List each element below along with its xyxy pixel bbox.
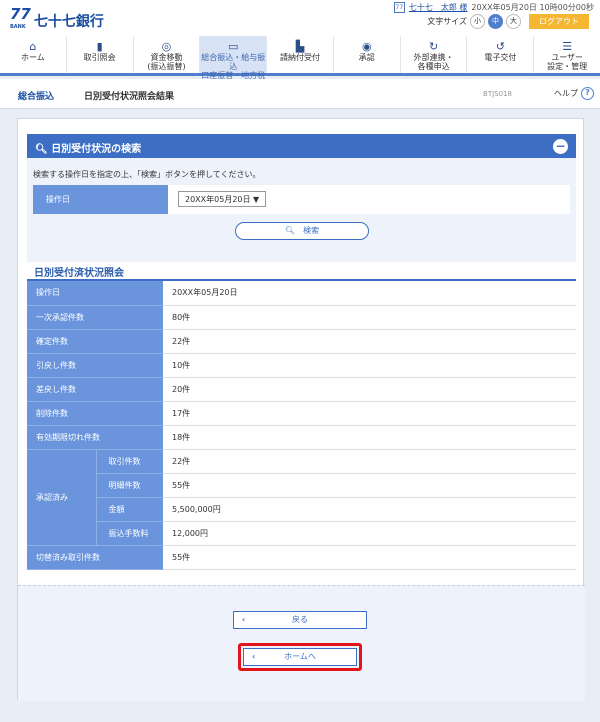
nav-inquiry[interactable]: ▮ 取引照会 bbox=[65, 36, 133, 73]
font-size-large-button[interactable]: 大 bbox=[506, 14, 521, 29]
page-header: 総合振込 日別受付状況照会結果 BTJS018 ヘルプ ? bbox=[0, 79, 600, 109]
home-button[interactable]: ‹ ホームへ bbox=[243, 648, 357, 666]
button-area: ‹ 戻る ‹ ホームへ bbox=[18, 585, 585, 701]
table-row: 操作日 20XX年05月20日 bbox=[27, 281, 576, 306]
login-datetime: 20XX年05月20日 10時00分00秒 bbox=[471, 3, 594, 12]
home-icon: ⌂ bbox=[29, 40, 37, 53]
payment-icon: ▙ bbox=[295, 40, 305, 53]
bank-logo[interactable]: 77 BANK 七十七銀行 bbox=[10, 5, 104, 34]
top-header: 77 BANK 七十七銀行 77 七十七 太郎 様 20XX年05月20日 10時… bbox=[0, 0, 600, 36]
approved-group-label: 承認済み bbox=[27, 449, 97, 546]
document-icon: ▮ bbox=[96, 40, 103, 53]
card-icon: ▭ bbox=[228, 40, 239, 53]
nav-fund-transfer[interactable]: ◎ 資金移動 (振込振替) bbox=[132, 36, 200, 73]
nav-bulk-transfer[interactable]: ▭ 総合振込・給与振込 口座振替・地方税 bbox=[199, 36, 267, 80]
search-title: 日別受付状況の検索 bbox=[51, 144, 142, 155]
font-size-controls: 文字サイズ 小 中 大 ログアウト bbox=[427, 14, 589, 29]
table-row: 一次承認件数 80件 bbox=[27, 305, 576, 330]
chevron-down-icon: ▼ bbox=[253, 195, 260, 204]
logout-button[interactable]: ログアウト bbox=[529, 14, 589, 29]
search-section: 🔍︎ 日別受付状況の検索 − 検索する操作日を指定の上、「検索」ボタンを押してく… bbox=[27, 134, 576, 262]
nav-approval[interactable]: ◉ 承認 bbox=[332, 36, 400, 73]
result-title: 日別受付済状況照会 bbox=[34, 268, 124, 279]
table-row: 引戻し件数 10件 bbox=[27, 353, 576, 378]
chevron-left-icon: ‹ bbox=[242, 615, 246, 624]
link-icon: ↻ bbox=[428, 40, 439, 53]
search-description: 検索する操作日を指定の上、「検索」ボタンを押してください。 bbox=[33, 170, 261, 179]
help-label: ヘルプ bbox=[554, 89, 578, 98]
date-label: 操作日 bbox=[33, 185, 168, 214]
screen-id: BTJS018 bbox=[483, 90, 512, 98]
table-row: 有効期限切れ件数 18件 bbox=[27, 425, 576, 450]
main-panel: 🔍︎ 日別受付状況の検索 − 検索する操作日を指定の上、「検索」ボタンを押してく… bbox=[17, 118, 585, 701]
breadcrumb-category: 総合振込 bbox=[18, 92, 55, 102]
logo-text: 七十七銀行 bbox=[33, 14, 104, 30]
collapse-icon[interactable]: − bbox=[553, 139, 568, 154]
help-icon: ? bbox=[581, 87, 594, 100]
result-table: 操作日 20XX年05月20日 一次承認件数 80件 確定件数 22件 引戻し件数 10… bbox=[27, 281, 576, 570]
page-title: 日別受付状況照会結果 bbox=[84, 92, 175, 102]
table-row: 切替済み取引件数 55件 bbox=[27, 545, 576, 570]
nav-home[interactable]: ⌂ ホーム bbox=[0, 36, 66, 73]
search-title-icon: 🔍︎ bbox=[35, 144, 48, 155]
table-row: 金額 5,500,000円 bbox=[27, 497, 576, 522]
search-date-row: 操作日 20XX年05月20日 ▼ bbox=[33, 185, 570, 214]
nav-external[interactable]: ↻ 外部連携・ 各種申込 bbox=[399, 36, 467, 73]
table-row: 差戻し件数 20件 bbox=[27, 377, 576, 402]
chevron-left-icon: ‹ bbox=[252, 652, 256, 661]
approve-icon: ◉ bbox=[361, 40, 372, 53]
nav-user-settings[interactable]: ☰ ユーザー 設定・管理 bbox=[533, 36, 600, 73]
user-icon: 77 bbox=[393, 2, 405, 13]
date-select[interactable]: 20XX年05月20日 ▼ bbox=[178, 191, 266, 207]
user-info: 77 七十七 太郎 様 20XX年05月20日 10時00分00秒 bbox=[393, 2, 594, 13]
table-row: 削除件数 17件 bbox=[27, 401, 576, 426]
search-icon: 🔍︎ bbox=[284, 226, 296, 235]
font-size-medium-button[interactable]: 中 bbox=[488, 14, 503, 29]
font-size-label: 文字サイズ bbox=[427, 17, 467, 26]
help-link[interactable]: ヘルプ ? bbox=[554, 87, 594, 100]
table-row: 明細件数 55件 bbox=[27, 473, 576, 498]
nav-tax-payment[interactable]: ▙ 請納付受付 bbox=[266, 36, 333, 73]
table-row: 承認済み 取引件数 22件 bbox=[27, 449, 576, 546]
nav-e-delivery[interactable]: ↺ 電子交付 bbox=[466, 36, 533, 73]
back-button[interactable]: ‹ 戻る bbox=[233, 611, 367, 629]
delivery-icon: ↺ bbox=[495, 40, 505, 53]
user-settings-icon: ☰ bbox=[562, 40, 573, 53]
money-transfer-icon: ◎ bbox=[161, 40, 172, 53]
logo-mark: 77 BANK bbox=[10, 5, 31, 31]
search-button[interactable]: 🔍︎ 検索 bbox=[235, 222, 369, 240]
font-size-small-button[interactable]: 小 bbox=[470, 14, 485, 29]
table-row: 確定件数 22件 bbox=[27, 329, 576, 354]
user-name-link[interactable]: 七十七 太郎 様 bbox=[409, 2, 468, 13]
global-nav: ⌂ ホーム ▮ 取引照会 ◎ 資金移動 (振込振替) ▭ 総合振込・給与振込 口座振替・… bbox=[0, 36, 600, 80]
search-section-header: 🔍︎ 日別受付状況の検索 − bbox=[27, 134, 576, 158]
table-row: 振込手数料 12,000円 bbox=[27, 521, 576, 546]
